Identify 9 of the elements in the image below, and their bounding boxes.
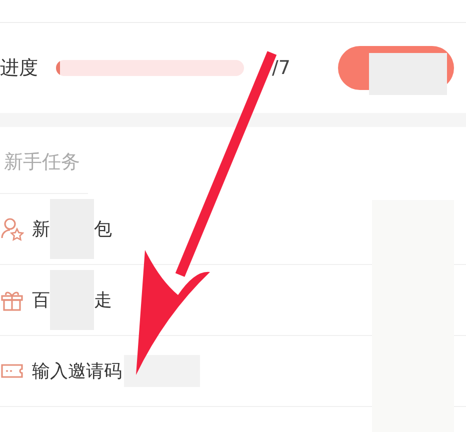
progress-label: 进度 (0, 56, 38, 81)
task-label[interactable]: 包 (94, 217, 112, 241)
section-title: 新手任务 (0, 127, 88, 194)
user-star-icon (0, 217, 24, 241)
task-label[interactable]: 百 (32, 288, 50, 312)
progress-count: /7 (272, 57, 290, 79)
task-label[interactable]: 新 (32, 217, 50, 241)
task-label[interactable]: 走 (94, 288, 112, 312)
task-label[interactable]: 输入邀请码 (32, 359, 122, 383)
